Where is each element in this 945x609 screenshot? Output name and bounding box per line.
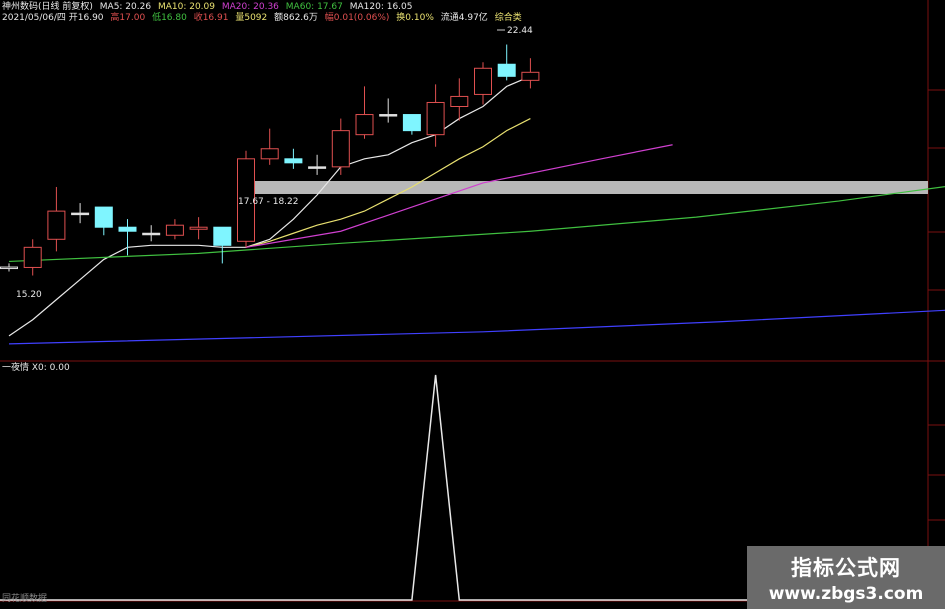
stock-title: 神州数码(日线 前复权) <box>2 2 93 12</box>
chart-header-row-2: 2021/05/06/四 开16.90 高17.00 低16.80 收16.91… <box>2 12 526 24</box>
candle <box>284 148 303 169</box>
candle-body <box>142 232 161 236</box>
ma60-label: MA60: 17.67 <box>285 2 343 12</box>
candle-body <box>47 210 66 240</box>
watermark-title: 指标公式网 <box>791 556 901 580</box>
candle-body <box>355 114 374 136</box>
candle-body <box>71 212 90 216</box>
candle-body <box>497 63 516 77</box>
volume-label: 量5092 <box>235 13 268 23</box>
candle <box>260 128 279 165</box>
indicator-footer: 同花顺数据 <box>2 593 51 605</box>
range-highlight-band <box>238 181 928 194</box>
candle <box>142 225 161 242</box>
candle <box>355 86 374 139</box>
ma5-label: MA5: 20.26 <box>99 2 152 12</box>
candle-body <box>284 158 303 164</box>
turnover-label: 换0.10% <box>396 13 434 23</box>
candle <box>165 219 184 240</box>
candle <box>474 62 492 105</box>
candle <box>189 217 208 240</box>
candle <box>379 98 398 123</box>
candle <box>497 44 516 81</box>
amount-label: 额862.6万 <box>274 13 318 23</box>
candle <box>0 263 18 272</box>
candle <box>521 58 540 89</box>
ma-line-ma20 <box>245 144 673 248</box>
candle <box>213 226 232 264</box>
candle-body <box>118 226 137 232</box>
low-annotation: 15.20 <box>16 290 42 300</box>
ma-line-ma60 <box>8 185 945 263</box>
candle <box>402 114 421 135</box>
ma120-label: MA120: 16.05 <box>349 2 413 12</box>
indicator-header: 一夜情 X0: 0.00 <box>2 362 74 374</box>
candle-body <box>23 246 42 268</box>
high-price-label: 高17.00 <box>110 13 146 23</box>
candle-body <box>213 226 232 246</box>
candle-body <box>331 130 350 168</box>
candle <box>94 206 113 236</box>
candle-body <box>94 206 113 228</box>
sector-label: 综合类 <box>494 13 522 23</box>
indicator-title: 一夜情 X0: 0.00 <box>2 363 70 373</box>
range-annotation: 17.67 - 18.22 <box>238 197 299 207</box>
candle-body <box>450 95 469 107</box>
candle <box>23 239 42 276</box>
moving-average-lines <box>8 75 945 345</box>
candle-body <box>165 224 184 236</box>
watermark-url: www.zbgs3.com <box>768 584 924 604</box>
low-price-label: 低16.80 <box>152 13 187 23</box>
candle-body <box>426 101 445 136</box>
close-price-label: 收16.91 <box>193 13 229 23</box>
candle-body <box>189 226 208 230</box>
candle <box>426 84 445 147</box>
candle-body <box>260 148 279 160</box>
candle <box>47 186 66 252</box>
high-annotation: 22.44 <box>507 26 533 36</box>
candle-body <box>474 67 492 95</box>
candle <box>331 118 350 175</box>
candle <box>308 154 327 175</box>
data-source-label: 同花顺数据 <box>2 594 48 604</box>
ma20-label: MA20: 20.36 <box>221 2 279 12</box>
ma-line-ma120 <box>8 309 945 345</box>
float-shares-label: 流通4.97亿 <box>440 13 488 23</box>
candle <box>71 203 90 224</box>
candle-body <box>379 114 398 117</box>
candle-body <box>0 266 18 270</box>
kline-chart: 22.44 15.20 17.67 - 18.22 <box>0 0 945 609</box>
date-open-label: 2021/05/06/四 开16.90 <box>2 13 104 23</box>
watermark: 指标公式网 www.zbgs3.com <box>747 546 945 609</box>
candle-body <box>402 114 421 132</box>
chart-grid <box>0 0 945 609</box>
change-label: 幅0.01(0.06%) <box>324 13 390 23</box>
candle <box>450 78 469 121</box>
candle-body <box>521 71 540 81</box>
candle-body <box>308 166 327 169</box>
ma10-label: MA10: 20.09 <box>157 2 215 12</box>
